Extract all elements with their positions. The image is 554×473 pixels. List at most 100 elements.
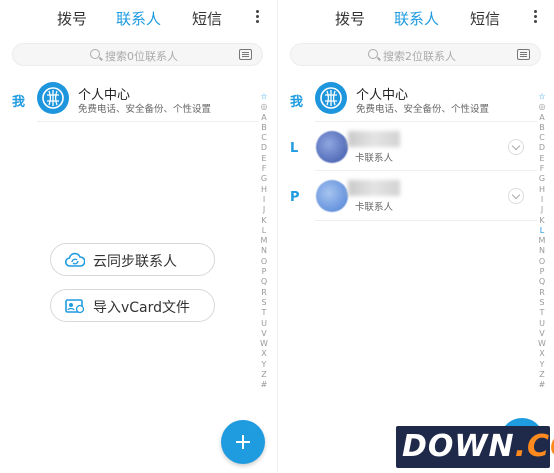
index-letter[interactable]: # xyxy=(536,380,548,390)
index-letter[interactable]: Y xyxy=(258,360,270,370)
cloud-sync-label: 云同步联系人 xyxy=(93,254,177,270)
index-letter[interactable]: R xyxy=(536,288,548,298)
index-letter[interactable]: Z xyxy=(536,370,548,380)
index-letter[interactable]: M xyxy=(258,236,270,246)
index-letter[interactable]: K xyxy=(536,216,548,226)
index-letter[interactable]: S xyxy=(258,298,270,308)
index-letter[interactable]: E xyxy=(258,154,270,164)
tab-messages[interactable]: 短信 xyxy=(470,8,500,29)
index-letter[interactable]: V xyxy=(258,329,270,339)
index-letter[interactable]: J xyxy=(258,205,270,215)
contacts-screen-list: 拨号 联系人 短信 搜索2位联系人 我 个人中心 免费电话、安全备份、个性设置 … xyxy=(277,0,554,473)
index-letter[interactable]: G xyxy=(536,174,548,184)
index-letter[interactable]: J xyxy=(536,205,548,215)
contact-avatar xyxy=(316,131,348,163)
vcard-import-icon xyxy=(65,298,85,318)
index-letter[interactable]: ◎ xyxy=(536,102,548,112)
cloud-sync-contacts-button[interactable]: 云同步联系人 xyxy=(50,243,215,276)
search-icon xyxy=(90,49,100,59)
alphabet-index[interactable]: ☆ ◎ A B C D E F G H I J K L M N O P Q R S T U V W X Y Z # xyxy=(258,92,270,391)
tab-contacts[interactable]: 联系人 xyxy=(116,8,161,29)
index-letter[interactable]: Y xyxy=(536,360,548,370)
business-card-icon[interactable] xyxy=(517,49,530,60)
index-letter[interactable]: L xyxy=(258,226,270,236)
index-letter[interactable]: T xyxy=(258,308,270,318)
index-letter[interactable]: X xyxy=(258,349,270,359)
top-tab-bar: 拨号 联系人 短信 xyxy=(0,0,277,36)
index-letter[interactable]: Q xyxy=(536,277,548,287)
watermark-suffix: .CC xyxy=(514,429,554,464)
index-letter[interactable]: V xyxy=(536,329,548,339)
section-header-l: L xyxy=(290,141,299,156)
contact-subtitle: 卡联系人 xyxy=(355,202,394,213)
index-letter[interactable]: N xyxy=(536,246,548,256)
index-letter[interactable]: D xyxy=(258,143,270,153)
index-letter[interactable]: P xyxy=(258,267,270,277)
more-menu-icon[interactable] xyxy=(534,10,538,24)
index-letter[interactable]: C xyxy=(536,133,548,143)
search-input[interactable]: 搜索2位联系人 xyxy=(290,43,541,66)
index-letter[interactable]: F xyxy=(536,164,548,174)
search-placeholder: 搜索2位联系人 xyxy=(383,50,456,63)
index-letter[interactable]: O xyxy=(536,257,548,267)
index-letter[interactable]: ☆ xyxy=(536,92,548,102)
index-letter[interactable]: W xyxy=(258,339,270,349)
index-letter[interactable]: B xyxy=(258,123,270,133)
add-contact-button[interactable] xyxy=(221,420,265,464)
index-letter[interactable]: F xyxy=(258,164,270,174)
index-letter[interactable]: L xyxy=(536,226,548,236)
index-letter[interactable]: U xyxy=(536,319,548,329)
divider xyxy=(37,121,259,122)
divider xyxy=(315,170,537,171)
expand-chevron-icon[interactable] xyxy=(508,188,524,204)
alphabet-index[interactable]: ☆ ◎ A B C D E F G H I J K L M N O P Q R S T U V W X Y Z # xyxy=(536,92,548,391)
business-card-icon[interactable] xyxy=(239,49,252,60)
index-letter[interactable]: A xyxy=(258,113,270,123)
contacts-screen-empty: 拨号 联系人 短信 搜索0位联系人 我 个人中心 免费电话、安全备份、个性设置 … xyxy=(0,0,277,473)
index-letter[interactable]: W xyxy=(536,339,548,349)
search-icon xyxy=(368,49,378,59)
index-letter[interactable]: O xyxy=(258,257,270,267)
index-letter[interactable]: D xyxy=(536,143,548,153)
expand-chevron-icon[interactable] xyxy=(508,139,524,155)
index-letter[interactable]: P xyxy=(536,267,548,277)
search-input[interactable]: 搜索0位联系人 xyxy=(12,43,263,66)
index-letter[interactable]: N xyxy=(258,246,270,256)
site-watermark-logo: DOWN.CC xyxy=(396,426,554,468)
index-letter[interactable]: ◎ xyxy=(258,102,270,112)
index-letter[interactable]: S xyxy=(536,298,548,308)
index-letter[interactable]: U xyxy=(258,319,270,329)
index-letter[interactable]: Q xyxy=(258,277,270,287)
cloud-sync-icon xyxy=(64,252,86,272)
index-letter[interactable]: I xyxy=(536,195,548,205)
tab-messages[interactable]: 短信 xyxy=(192,8,222,29)
index-letter[interactable]: C xyxy=(258,133,270,143)
index-letter[interactable]: M xyxy=(536,236,548,246)
index-letter[interactable]: X xyxy=(536,349,548,359)
more-menu-icon[interactable] xyxy=(256,10,260,24)
index-letter[interactable]: ☆ xyxy=(258,92,270,102)
index-letter[interactable]: B xyxy=(536,123,548,133)
tab-dialer[interactable]: 拨号 xyxy=(57,8,87,29)
contact-name-blurred[interactable] xyxy=(348,180,400,196)
tab-dialer[interactable]: 拨号 xyxy=(335,8,365,29)
index-letter[interactable]: I xyxy=(258,195,270,205)
index-letter[interactable]: R xyxy=(258,288,270,298)
index-letter[interactable]: Z xyxy=(258,370,270,380)
section-header-p: P xyxy=(290,190,300,205)
import-vcard-button[interactable]: 导入vCard文件 xyxy=(50,289,215,322)
index-letter[interactable]: G xyxy=(258,174,270,184)
contact-avatar xyxy=(316,180,348,212)
personal-center-avatar-icon xyxy=(315,82,347,114)
index-letter[interactable]: T xyxy=(536,308,548,318)
contact-name-blurred[interactable] xyxy=(348,131,400,147)
index-letter[interactable]: K xyxy=(258,216,270,226)
index-letter[interactable]: # xyxy=(258,380,270,390)
index-letter[interactable]: E xyxy=(536,154,548,164)
import-vcard-label: 导入vCard文件 xyxy=(93,300,191,316)
tab-contacts[interactable]: 联系人 xyxy=(394,8,439,29)
index-letter[interactable]: H xyxy=(536,185,548,195)
personal-center-subtitle: 免费电话、安全备份、个性设置 xyxy=(356,104,490,115)
index-letter[interactable]: H xyxy=(258,185,270,195)
index-letter[interactable]: A xyxy=(536,113,548,123)
